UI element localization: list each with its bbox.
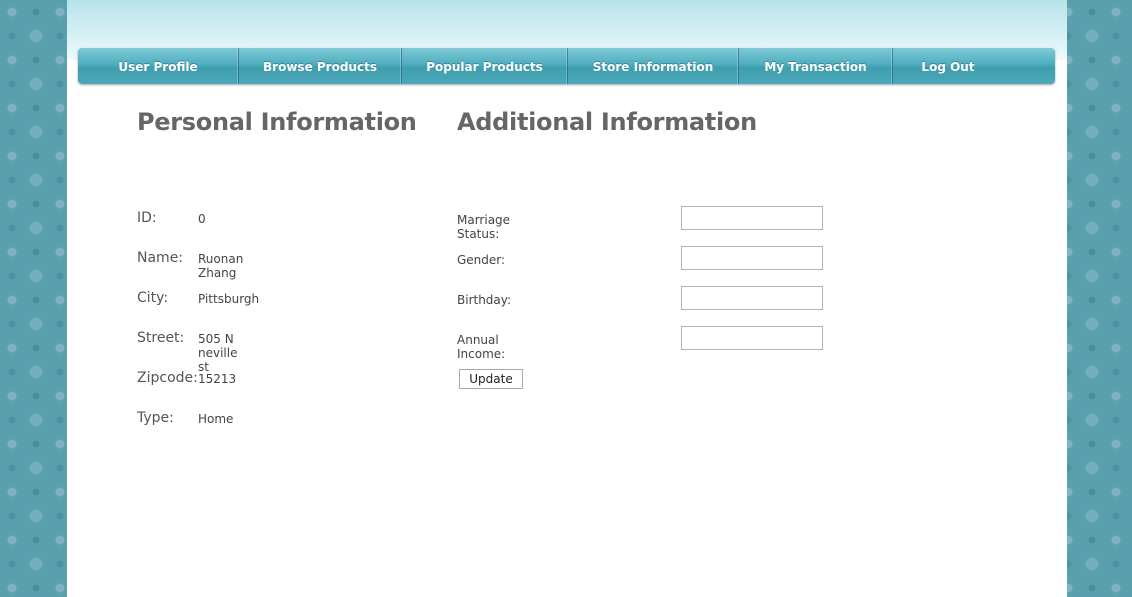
street-label: Street: xyxy=(137,330,185,346)
update-button[interactable]: Update xyxy=(459,369,523,389)
city-value: Pittsburgh xyxy=(198,292,260,306)
nav-store-information[interactable]: Store Information xyxy=(568,48,739,84)
birthday-input[interactable] xyxy=(681,286,823,310)
zipcode-label: Zipcode: xyxy=(137,370,198,386)
type-value: Home xyxy=(198,412,234,426)
street-value: 505 N neville st xyxy=(198,332,238,374)
name-label: Name: xyxy=(137,250,184,266)
page-container: User Profile Browse Products Popular Pro… xyxy=(67,0,1067,597)
gender-label: Gender: xyxy=(457,253,506,267)
zipcode-value: 15213 xyxy=(198,372,237,386)
annual-income-label: Annual Income: xyxy=(457,333,506,361)
city-label: City: xyxy=(137,290,169,306)
personal-information-title: Personal Information xyxy=(137,108,417,136)
birthday-label: Birthday: xyxy=(457,293,512,307)
nav-browse-products[interactable]: Browse Products xyxy=(239,48,402,84)
nav-my-transaction[interactable]: My Transaction xyxy=(739,48,893,84)
nav-user-profile[interactable]: User Profile xyxy=(78,48,239,84)
name-value: Ruonan Zhang xyxy=(198,252,244,280)
main-navigation: User Profile Browse Products Popular Pro… xyxy=(78,48,1055,84)
type-label: Type: xyxy=(137,410,174,426)
annual-income-input[interactable] xyxy=(681,326,823,350)
additional-information-title: Additional Information xyxy=(457,108,757,136)
marriage-status-label: Marriage Status: xyxy=(457,213,511,241)
nav-popular-products[interactable]: Popular Products xyxy=(402,48,568,84)
nav-log-out[interactable]: Log Out xyxy=(893,48,1003,84)
id-label: ID: xyxy=(137,210,157,226)
gender-input[interactable] xyxy=(681,246,823,270)
marriage-status-input[interactable] xyxy=(681,206,823,230)
id-value: 0 xyxy=(198,212,206,226)
